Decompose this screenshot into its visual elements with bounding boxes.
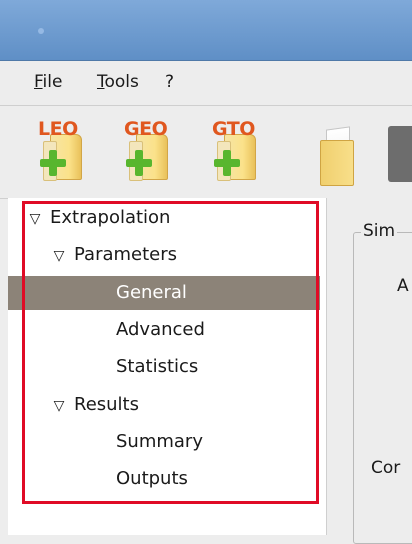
menu-file-label: ile	[42, 72, 63, 92]
tree-item-general[interactable]: General	[8, 276, 320, 310]
tree-item-advanced[interactable]: Advanced	[116, 313, 316, 347]
toolbar: LEO GEO GTO	[0, 106, 412, 199]
menu-file[interactable]: File	[34, 72, 62, 92]
save-disk-icon	[388, 126, 412, 182]
tree-item-label: Parameters	[74, 244, 178, 265]
menu-help[interactable]: ?	[165, 72, 174, 92]
plus-icon	[126, 150, 152, 176]
plus-icon	[214, 150, 240, 176]
menu-file-mnemonic: F	[34, 72, 43, 92]
tree-item-label: Summary	[116, 431, 203, 452]
tree-item-label: Results	[74, 394, 139, 415]
tree-item-label: Advanced	[116, 319, 205, 340]
new-gto-button[interactable]: GTO	[208, 118, 264, 186]
new-geo-button[interactable]: GEO	[120, 118, 176, 186]
menu-help-label: ?	[165, 72, 175, 92]
new-leo-button[interactable]: LEO	[34, 118, 90, 186]
expand-triangle-icon[interactable]: ▽	[26, 202, 44, 236]
new-geo-label: GEO	[124, 118, 168, 140]
groupbox-title: Sim	[361, 221, 398, 241]
tree-item-outputs[interactable]: Outputs	[116, 462, 316, 496]
tree-item-label: General	[116, 282, 187, 303]
new-gto-label: GTO	[212, 118, 255, 140]
menu-tools[interactable]: Tools	[97, 72, 139, 92]
tree-item-label: Statistics	[116, 356, 199, 377]
tree-item-label: Extrapolation	[50, 207, 171, 228]
expand-triangle-icon[interactable]: ▽	[50, 239, 68, 273]
save-button[interactable]	[388, 126, 412, 182]
tree-item-results[interactable]: ▽ Results	[50, 388, 316, 422]
tree-item-statistics[interactable]: Statistics	[116, 350, 316, 384]
tree-item-summary[interactable]: Summary	[116, 425, 316, 459]
field-label-con: Cor	[371, 458, 401, 478]
tree-item-parameters[interactable]: ▽ Parameters	[50, 238, 316, 272]
open-button[interactable]	[312, 118, 360, 188]
menu-tools-mnemonic: T	[97, 72, 105, 92]
open-folder-icon	[320, 140, 354, 186]
tree-item-extrapolation[interactable]: ▽ Extrapolation	[26, 201, 316, 235]
window-menu-icon[interactable]	[38, 28, 44, 34]
window-titlebar[interactable]	[0, 0, 412, 61]
menubar: File Tools ?	[0, 61, 412, 106]
navigation-tree: ▽ Extrapolation ▽ Parameters General Advan…	[8, 198, 327, 535]
menu-tools-label: ools	[104, 72, 139, 92]
expand-triangle-icon[interactable]: ▽	[50, 389, 68, 423]
new-leo-label: LEO	[38, 118, 78, 140]
plus-icon	[40, 150, 66, 176]
tree-item-label: Outputs	[116, 468, 188, 489]
field-label-a: A	[397, 276, 409, 296]
